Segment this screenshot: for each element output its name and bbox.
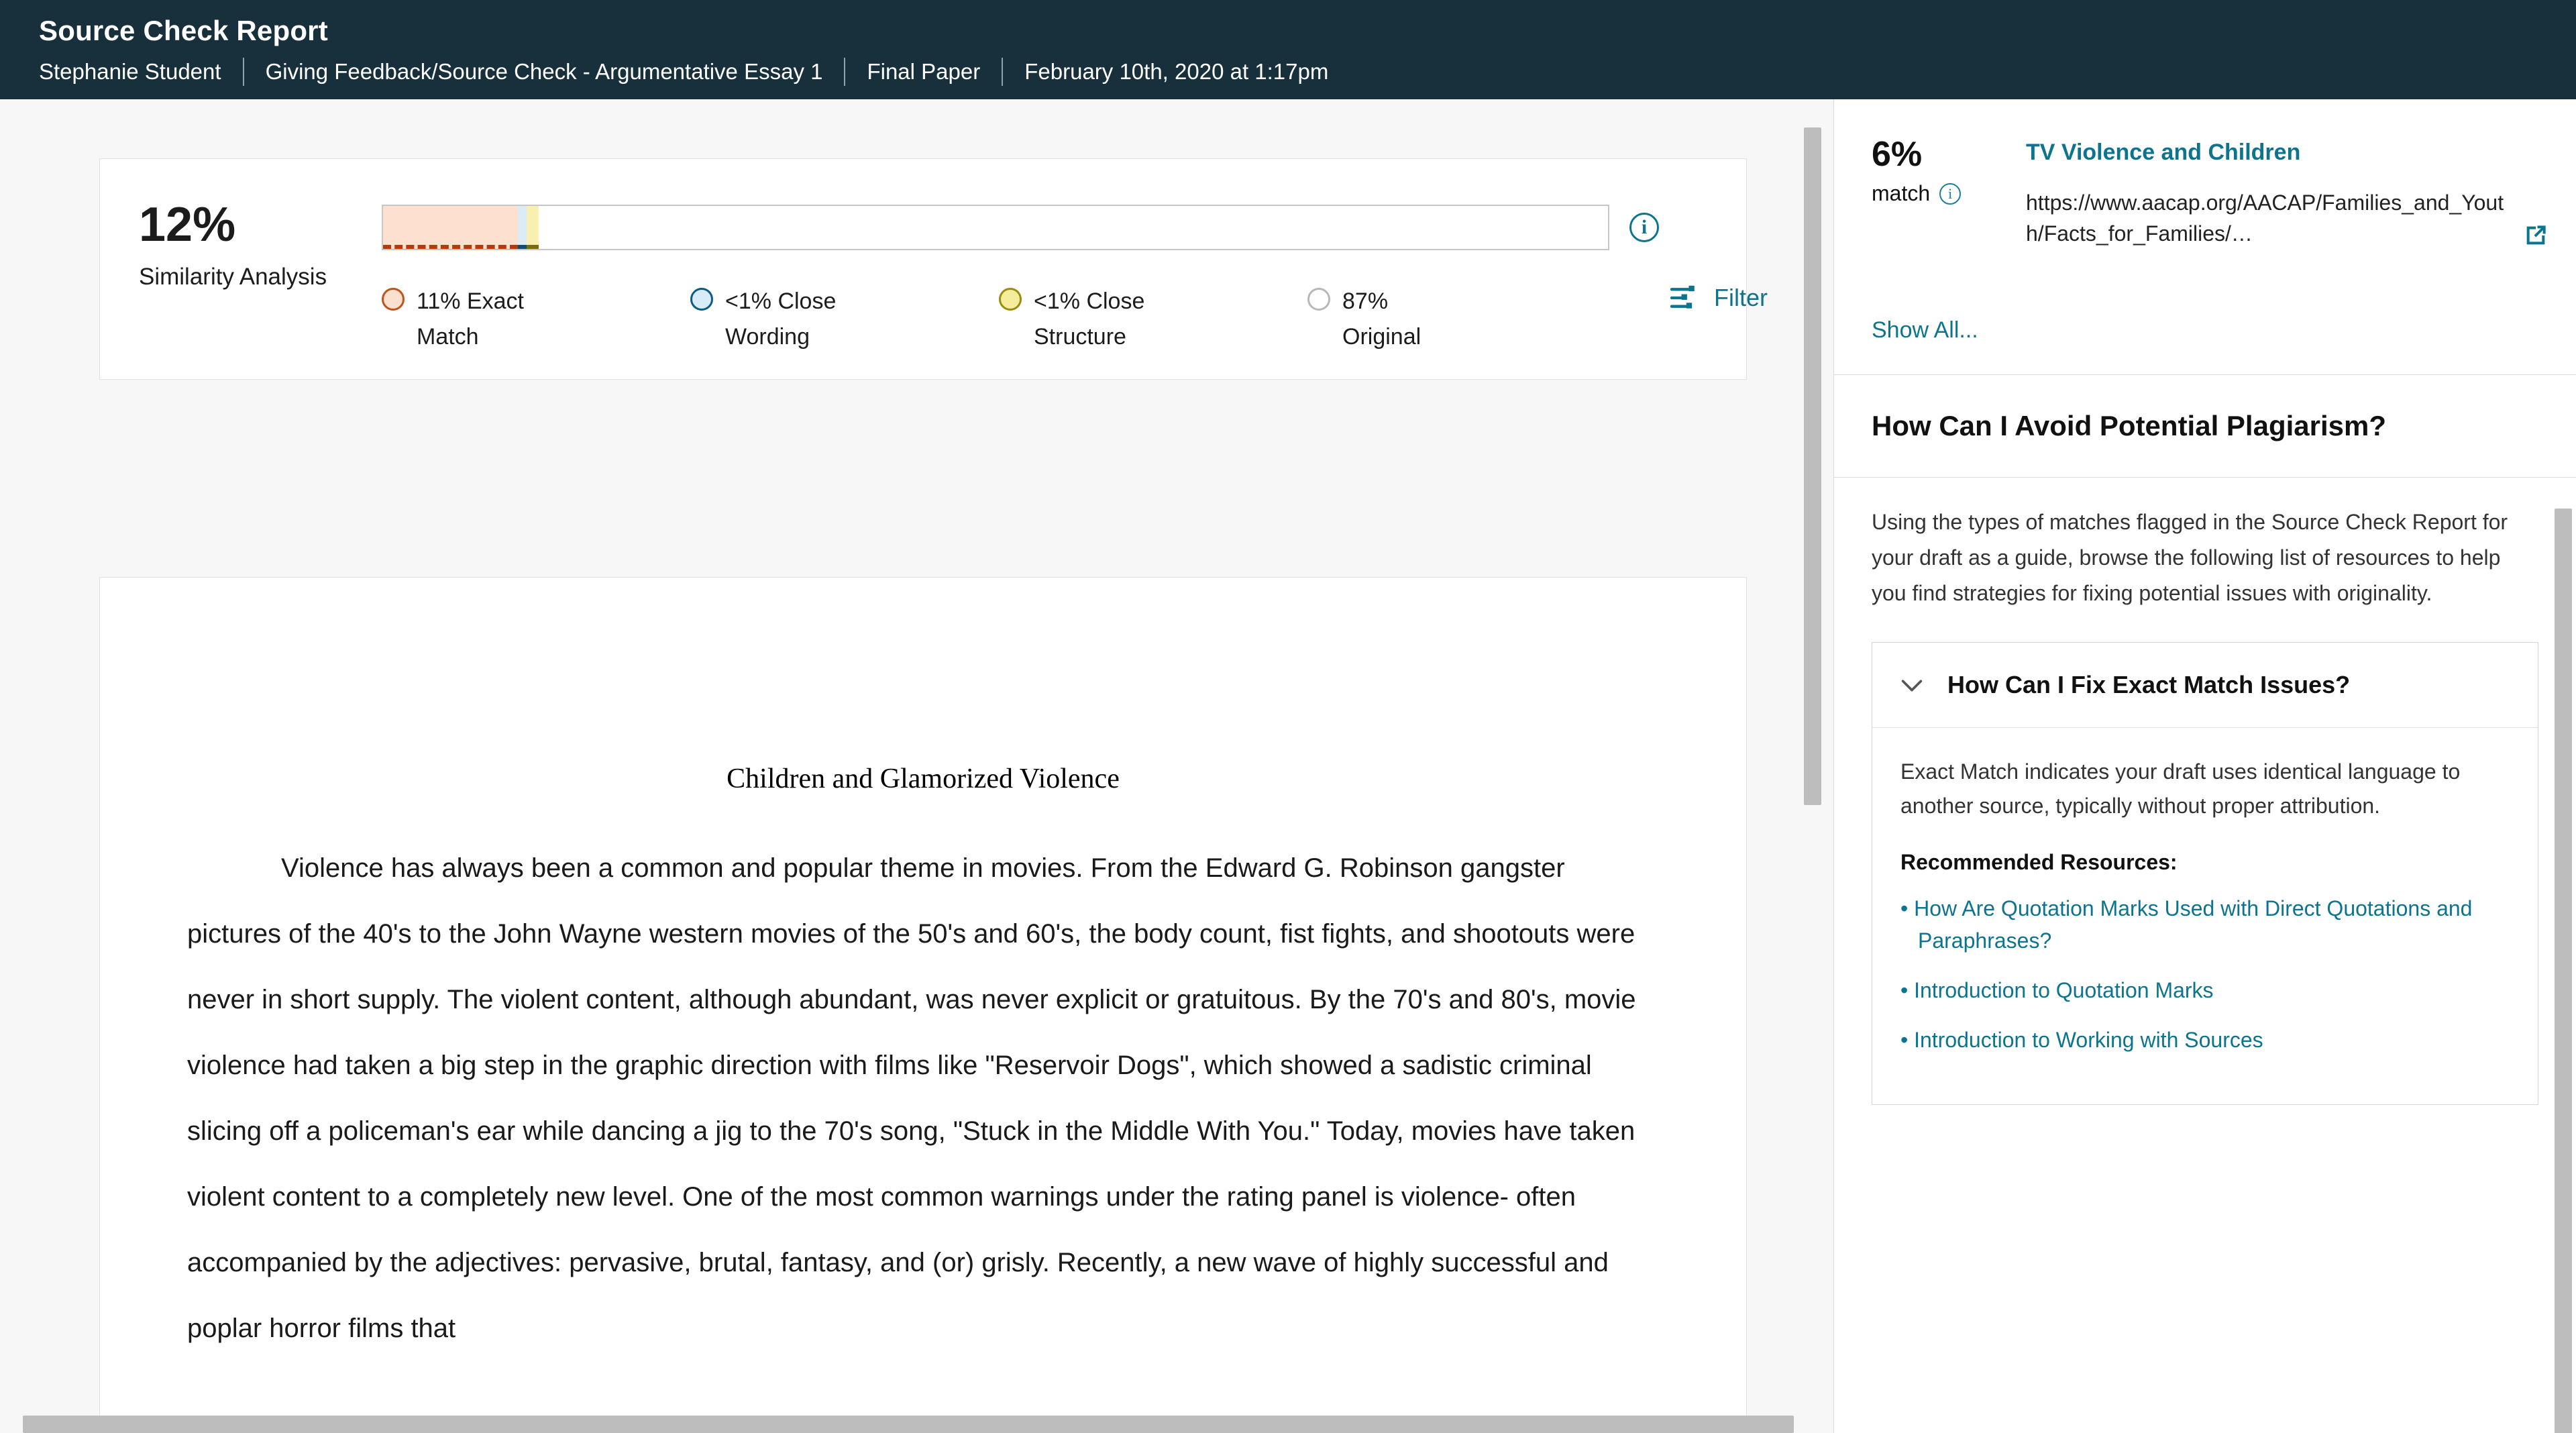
breadcrumb: Stephanie Student Giving Feedback/Source… — [39, 58, 2576, 86]
chevron-down-icon — [1896, 670, 1927, 700]
source-match-item[interactable]: 6% match i TV Violence and Children http… — [1834, 99, 2576, 286]
similarity-details: i 11% Exact Match <1% Close Wording <1% Cl… — [382, 159, 1768, 354]
accordion-header[interactable]: How Can I Fix Exact Match Issues? — [1872, 643, 2538, 727]
match-score: 6% match i — [1872, 137, 2026, 249]
source-title-link[interactable]: TV Violence and Children — [2026, 138, 2549, 167]
breadcrumb-divider — [242, 58, 244, 86]
match-section: 6% match i TV Violence and Children http… — [1834, 99, 2576, 376]
sources-sidebar: 6% match i TV Violence and Children http… — [1833, 99, 2576, 1433]
breadcrumb-student: Stephanie Student — [39, 59, 221, 84]
document-body: Violence has always been a common and po… — [187, 835, 1659, 1361]
source-url-row: https://www.aacap.org/AACAP/Families_and… — [2026, 187, 2549, 250]
match-percent: 6% — [1872, 135, 1923, 174]
breadcrumb-divider — [1002, 58, 1004, 86]
accordion-panel: Exact Match indicates your draft uses id… — [1872, 727, 2538, 1104]
similarity-bar[interactable] — [382, 205, 1609, 250]
match-label: match — [1872, 181, 1931, 205]
main-vertical-scrollbar[interactable] — [1804, 99, 1821, 1433]
circle-icon — [999, 288, 1022, 311]
breadcrumb-assignment: Giving Feedback/Source Check - Argumenta… — [265, 59, 823, 84]
legend-item-exact-match[interactable]: 11% Exact Match — [382, 284, 690, 354]
info-icon[interactable]: i — [1939, 182, 1962, 205]
accordion-title: How Can I Fix Exact Match Issues? — [1947, 670, 2351, 698]
similarity-summary: 12% Similarity Analysis — [100, 159, 382, 290]
page-title: Source Check Report — [39, 15, 328, 46]
accordion-exact-match: How Can I Fix Exact Match Issues? Exact … — [1872, 641, 2538, 1106]
legend-label-close-wording: <1% Close Wording — [725, 288, 837, 350]
main-vertical-scrollbar-thumb[interactable] — [1804, 127, 1821, 805]
resource-link[interactable]: How Are Quotation Marks Used with Direct… — [1900, 892, 2510, 957]
match-source-details: TV Violence and Children https://www.aac… — [2026, 137, 2549, 249]
legend-item-close-wording[interactable]: <1% Close Wording — [690, 284, 999, 354]
sidebar-vertical-scrollbar-thumb[interactable] — [2555, 509, 2572, 1433]
avoid-plagiarism-heading: How Can I Avoid Potential Plagiarism? — [1872, 410, 2387, 442]
accordion-description: Exact Match indicates your draft uses id… — [1900, 759, 2461, 818]
avoid-plagiarism-header-section: How Can I Avoid Potential Plagiarism? — [1834, 375, 2576, 478]
recommended-resources-list: How Are Quotation Marks Used with Direct… — [1900, 892, 2510, 1056]
legend-item-close-structure[interactable]: <1% Close Structure — [999, 284, 1307, 354]
similarity-analysis-card: 12% Similarity Analysis i 11% Exact Match — [99, 158, 1768, 380]
legend-item-original[interactable]: 87% Original — [1307, 284, 1616, 354]
legend-label-close-structure: <1% Close Structure — [1034, 288, 1145, 350]
external-link-icon[interactable] — [2522, 222, 2549, 249]
bar-segment-exact-match — [383, 206, 518, 249]
main-report-panel: 12% Similarity Analysis i 11% Exact Match — [0, 99, 1833, 1433]
document-title: Children and Glamorized Violence — [727, 763, 1120, 794]
match-subtitle: match i — [1872, 181, 2026, 206]
bar-segment-close-wording — [517, 206, 527, 249]
sidebar-vertical-scrollbar[interactable] — [2555, 99, 2572, 1433]
circle-icon — [382, 288, 405, 311]
resource-link[interactable]: Introduction to Quotation Marks — [1900, 974, 2510, 1006]
source-url: https://www.aacap.org/AACAP/Families_and… — [2026, 190, 2504, 246]
avoid-plagiarism-content: Using the types of matches flagged in th… — [1834, 478, 2576, 1106]
main-horizontal-scrollbar-thumb[interactable] — [23, 1416, 1794, 1433]
circle-icon — [690, 288, 713, 311]
resource-link[interactable]: Introduction to Working with Sources — [1900, 1024, 2510, 1056]
info-icon[interactable]: i — [1629, 213, 1659, 242]
similarity-bar-row: i — [382, 205, 1768, 250]
show-all-link[interactable]: Show All... — [1834, 286, 2576, 374]
avoid-plagiarism-description: Using the types of matches flagged in th… — [1872, 510, 2508, 605]
circle-icon — [1307, 288, 1330, 311]
breadcrumb-divider — [844, 58, 846, 86]
legend-label-original: 87% Original — [1342, 288, 1421, 350]
recommended-resources-label: Recommended Resources: — [1900, 850, 2178, 875]
filter-button[interactable]: Filter — [1670, 284, 1768, 312]
legend-label-exact-match: 11% Exact Match — [417, 288, 525, 350]
similarity-label: Similarity Analysis — [139, 264, 327, 290]
document-paragraph: Violence has always been a common and po… — [187, 853, 1636, 1343]
similarity-legend: 11% Exact Match <1% Close Wording <1% Clos… — [382, 284, 1768, 354]
bar-segment-close-structure — [526, 206, 539, 249]
document-viewer[interactable]: Children and Glamorized Violence Violenc… — [99, 577, 1747, 1433]
app-header: Source Check Report Stephanie Student Gi… — [0, 0, 2576, 99]
similarity-percent: 12% — [139, 198, 236, 252]
filter-label: Filter — [1714, 284, 1768, 311]
breadcrumb-paper-type: Final Paper — [867, 59, 981, 84]
tune-filter-icon — [1670, 284, 1701, 311]
main-horizontal-scrollbar[interactable] — [0, 1416, 1833, 1433]
breadcrumb-timestamp: February 10th, 2020 at 1:17pm — [1024, 59, 1329, 84]
